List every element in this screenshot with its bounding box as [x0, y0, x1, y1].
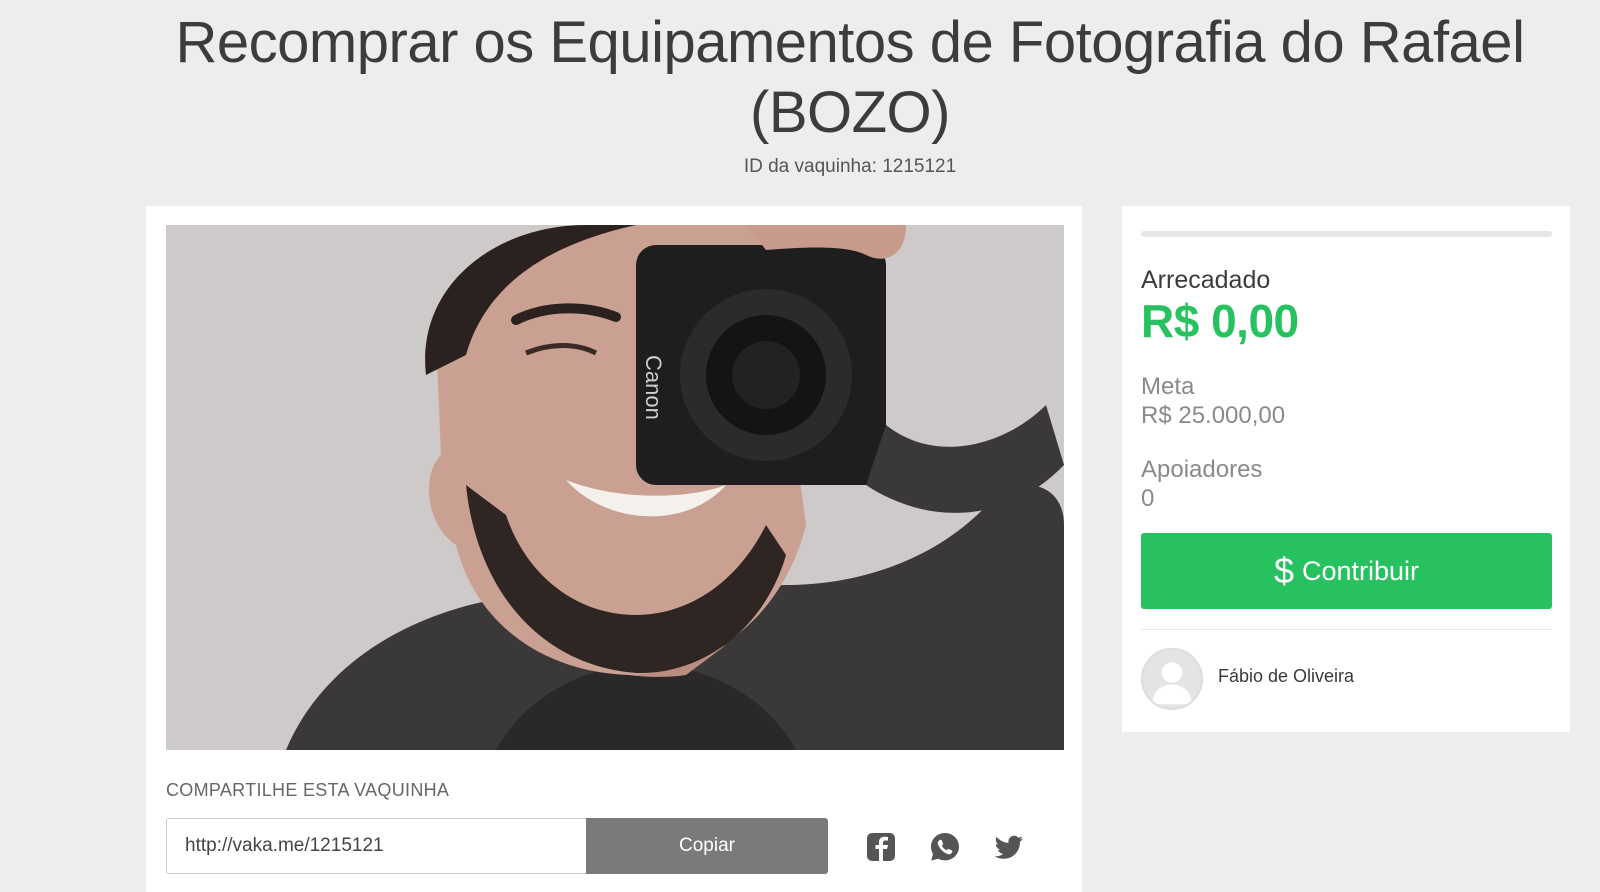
dollar-icon: $	[1273, 550, 1294, 591]
facebook-icon[interactable]	[864, 830, 898, 864]
organizer-name[interactable]: Fábio de Oliveira	[1218, 666, 1354, 687]
divider	[1141, 629, 1552, 630]
donation-sidebar: Arrecadado R$ 0,00 Meta R$ 25.000,00 Apo…	[1122, 206, 1570, 732]
campaign-id: ID da vaquinha: 1215121	[743, 156, 957, 177]
twitter-icon[interactable]	[992, 830, 1026, 864]
supporters-label: Apoiadores	[1141, 456, 1263, 483]
goal-amount: R$ 25.000,00	[1141, 402, 1286, 429]
avatar[interactable]	[1141, 648, 1203, 710]
campaign-photo: Canon	[166, 225, 1064, 750]
raised-label: Arrecadado	[1141, 266, 1271, 294]
svg-text:Canon: Canon	[641, 355, 666, 420]
progress-bar	[1141, 231, 1552, 237]
campaign-page: Recomprar os Equipamentos de Fotografia …	[0, 0, 1600, 892]
user-icon	[1143, 650, 1201, 708]
copy-button[interactable]: Copiar	[586, 818, 828, 874]
contribute-button[interactable]: $ Contribuir	[1141, 533, 1552, 609]
supporters-count: 0	[1141, 485, 1155, 512]
share-label: COMPARTILHE ESTA VAQUINHA	[166, 780, 450, 800]
whatsapp-icon[interactable]	[928, 830, 962, 864]
photo-illustration: Canon	[166, 225, 1064, 750]
main-card: Canon COMPARTILHE ESTA VAQUINHA http://v…	[146, 206, 1082, 892]
contribute-label: Contribuir	[1301, 556, 1420, 586]
page-title: Recomprar os Equipamentos de Fotografia …	[175, 10, 1525, 145]
share-url-field[interactable]: http://vaka.me/1215121	[166, 818, 586, 874]
raised-amount: R$ 0,00	[1141, 295, 1299, 347]
goal-label: Meta	[1141, 373, 1195, 400]
